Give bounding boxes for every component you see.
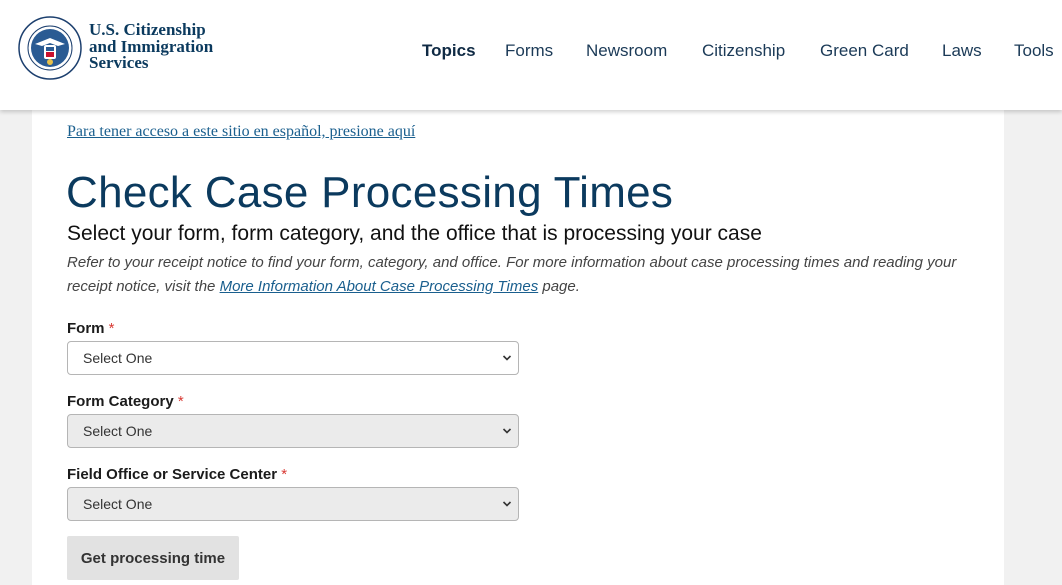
nav-newsroom[interactable]: Newsroom — [586, 41, 667, 61]
required-marker: * — [108, 320, 115, 337]
form-select[interactable]: Select One — [67, 341, 519, 375]
nav-laws[interactable]: Laws — [942, 41, 982, 61]
site-header: U.S. Citizenship and Immigration Service… — [0, 0, 1062, 110]
get-processing-time-button[interactable]: Get processing time — [67, 536, 239, 580]
main-content: Para tener acceso a este sitio en españo… — [32, 110, 1004, 585]
form-label: Form * — [67, 320, 115, 337]
nav-green-card[interactable]: Green Card — [820, 41, 909, 61]
office-label-text: Field Office or Service Center — [67, 466, 278, 483]
required-marker: * — [281, 466, 288, 483]
office-select[interactable]: Select One — [67, 487, 519, 521]
page-title: Check Case Processing Times — [66, 168, 674, 217]
more-info-link[interactable]: More Information About Case Processing T… — [220, 278, 539, 295]
nav-tools[interactable]: Tools — [1014, 41, 1054, 61]
chevron-down-icon — [502, 501, 512, 507]
form-label-text: Form — [67, 320, 105, 337]
chevron-down-icon — [502, 428, 512, 434]
chevron-down-icon — [502, 355, 512, 361]
page-subtitle: Select your form, form category, and the… — [67, 222, 762, 245]
form-category-select[interactable]: Select One — [67, 414, 519, 448]
spanish-language-link[interactable]: Para tener acceso a este sitio en españo… — [67, 123, 415, 141]
nav-forms[interactable]: Forms — [505, 41, 553, 61]
office-select-value: Select One — [83, 496, 153, 512]
form-select-value: Select One — [83, 350, 153, 366]
form-category-select-value: Select One — [83, 423, 153, 439]
form-category-label-text: Form Category — [67, 393, 174, 410]
office-label: Field Office or Service Center * — [67, 466, 287, 483]
required-marker: * — [177, 393, 184, 410]
intro-text-after: page. — [538, 278, 580, 295]
main-nav: Topics Forms Newsroom Citizenship Green … — [0, 41, 1062, 65]
form-category-label: Form Category * — [67, 393, 184, 410]
nav-citizenship[interactable]: Citizenship — [702, 41, 785, 61]
nav-topics[interactable]: Topics — [422, 41, 476, 61]
intro-text: Refer to your receipt notice to find you… — [67, 251, 987, 299]
